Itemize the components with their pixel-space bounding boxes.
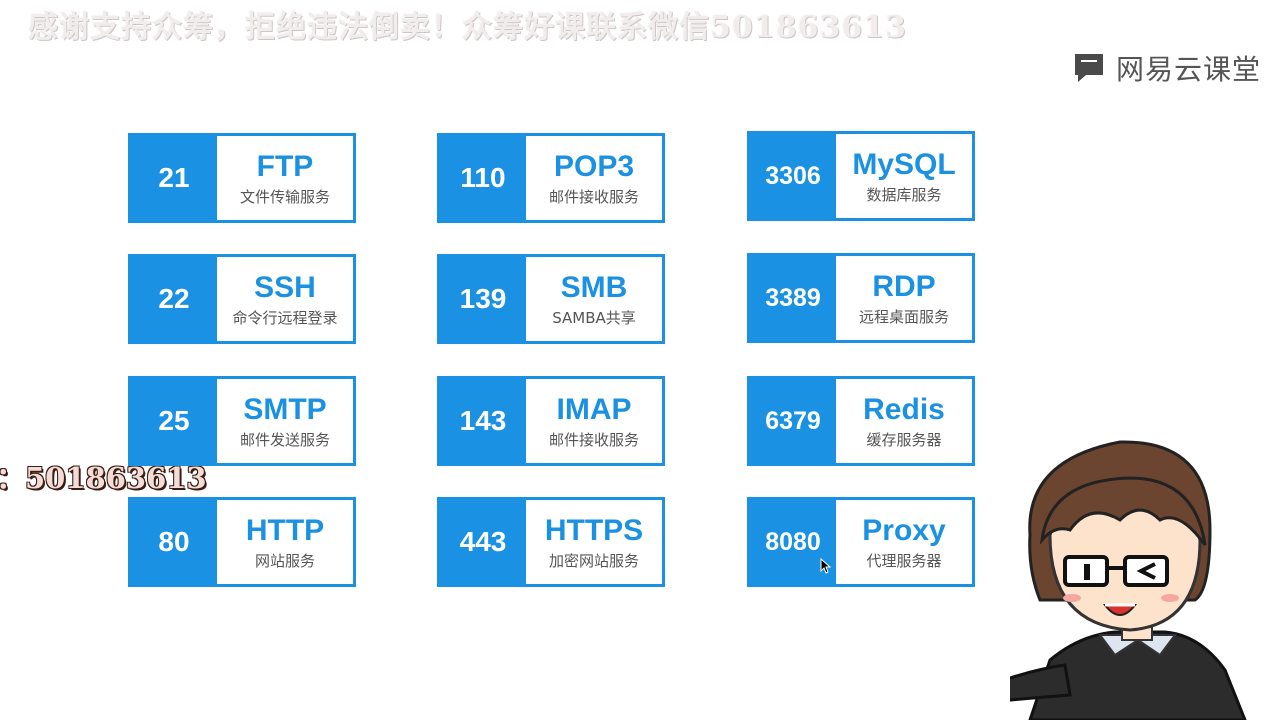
port-card: 25 SMTP 邮件发送服务 (128, 376, 356, 466)
protocol-description: 邮件接收服务 (548, 187, 639, 206)
protocol-name: IMAP (556, 392, 632, 426)
protocol-name: HTTP (245, 513, 325, 547)
port-card: 143 IMAP 邮件接收服务 (437, 376, 665, 466)
port-card: 6379 Redis 缓存服务器 (747, 376, 975, 466)
port-card: 443 HTTPS 加密网站服务 (437, 497, 665, 587)
protocol-description: 邮件发送服务 (239, 430, 330, 449)
protocol-name: MySQL (852, 147, 956, 181)
port-card: 80 HTTP 网站服务 (128, 497, 356, 587)
protocol-name: FTP (256, 149, 314, 183)
port-card: 3389 RDP 远程桌面服务 (747, 253, 975, 343)
port-number: 139 (440, 257, 526, 341)
protocol-description: 数据库服务 (866, 185, 942, 204)
port-number: 3306 (750, 134, 836, 218)
port-card: 22 SSH 命令行远程登录 (128, 254, 356, 344)
port-number: 110 (440, 136, 526, 220)
protocol-description: 邮件接收服务 (548, 430, 639, 449)
port-card: 110 POP3 邮件接收服务 (437, 133, 665, 223)
mouse-cursor-icon (820, 558, 832, 574)
port-number: 25 (131, 379, 217, 463)
teacher-character-illustration (1010, 440, 1247, 720)
protocol-description: 命令行远程登录 (232, 308, 338, 327)
protocol-name: POP3 (553, 149, 635, 183)
port-number: 22 (131, 257, 217, 341)
port-number: 143 (440, 379, 526, 463)
protocol-name: HTTPS (544, 513, 644, 547)
protocol-name: SSH (254, 270, 316, 304)
protocol-description: 网站服务 (254, 551, 315, 570)
protocol-description: SAMBA共享 (552, 308, 636, 327)
protocol-description: 缓存服务器 (866, 430, 942, 449)
port-card: 139 SMB SAMBA共享 (437, 254, 665, 344)
protocol-name: Redis (863, 392, 945, 426)
protocol-description: 代理服务器 (866, 551, 942, 570)
port-number: 3389 (750, 256, 836, 340)
protocol-name: Proxy (862, 513, 946, 547)
port-card: 3306 MySQL 数据库服务 (747, 131, 975, 221)
port-number: 6379 (750, 379, 836, 463)
protocol-name: RDP (872, 269, 936, 303)
port-card: 21 FTP 文件传输服务 (128, 133, 356, 223)
port-number: 80 (131, 500, 217, 584)
protocol-description: 远程桌面服务 (858, 307, 949, 326)
protocol-name: SMTP (243, 392, 327, 426)
port-number: 443 (440, 500, 526, 584)
protocol-name: SMB (560, 270, 628, 304)
protocol-description: 加密网站服务 (548, 551, 639, 570)
port-number: 21 (131, 136, 217, 220)
protocol-description: 文件传输服务 (239, 187, 330, 206)
port-card: 8080 Proxy 代理服务器 (747, 497, 975, 587)
